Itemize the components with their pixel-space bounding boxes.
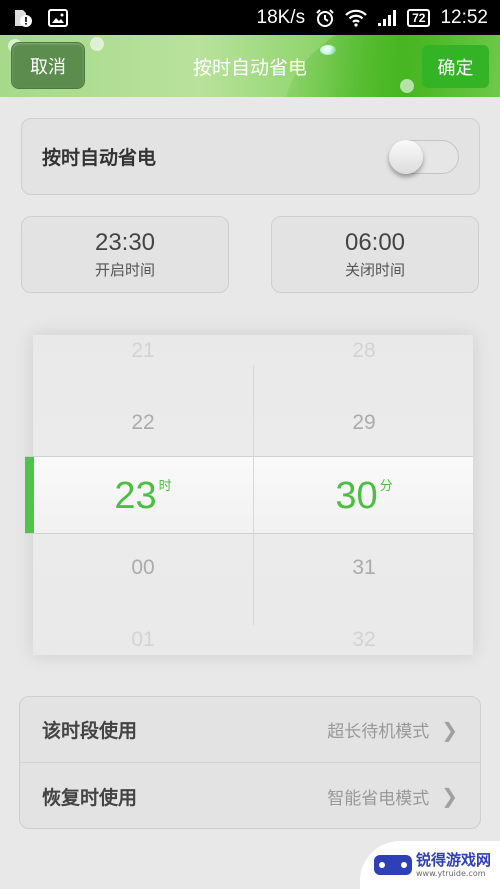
hour-unit-label: 时	[158, 478, 172, 493]
watermark-title: 锐得游戏网	[416, 850, 492, 869]
signal-icon	[377, 9, 397, 27]
hour-option[interactable]: 01	[33, 620, 253, 660]
gamepad-logo-icon	[374, 855, 412, 875]
water-drop-decoration	[320, 45, 336, 55]
start-time-button[interactable]: 23:30 开启时间	[21, 216, 229, 293]
list-item-restore-mode[interactable]: 恢复时使用 智能省电模式 ❯	[20, 763, 480, 829]
header-bar: 取消 按时自动省电 确定	[0, 35, 500, 97]
start-time-value: 23:30	[94, 229, 156, 256]
selected-minute[interactable]: 30 分	[254, 457, 474, 535]
mode-settings-list: 该时段使用 超长待机模式 ❯ 恢复时使用 智能省电模式 ❯	[19, 696, 481, 829]
auto-power-save-label: 按时自动省电	[42, 147, 157, 169]
selected-hour-value: 23	[114, 474, 157, 517]
flower-decoration	[90, 37, 104, 51]
selected-hour[interactable]: 23 时	[33, 457, 253, 535]
list-item-value: 智能省电模式	[327, 788, 430, 809]
minute-option[interactable]: 29	[254, 403, 474, 443]
sd-card-alert-icon	[12, 8, 34, 28]
image-icon	[48, 8, 68, 27]
wifi-icon	[345, 9, 367, 27]
watermark: 锐得游戏网 www.ytruide.com	[360, 841, 500, 889]
end-time-label: 关闭时间	[344, 261, 405, 279]
start-time-label: 开启时间	[94, 261, 155, 279]
hour-option[interactable]: 00	[33, 548, 253, 588]
time-picker: 21 22 00 01 28 29 31 32 23 时 30 分	[25, 335, 473, 655]
list-item-period-mode[interactable]: 该时段使用 超长待机模式 ❯	[20, 697, 480, 763]
confirm-button[interactable]: 确定	[422, 45, 489, 88]
end-time-value: 06:00	[344, 229, 406, 256]
chevron-right-icon: ❯	[441, 717, 458, 742]
auto-power-save-row: 按时自动省电	[21, 118, 480, 195]
clock: 12:52	[440, 6, 488, 28]
list-item-label: 该时段使用	[42, 720, 138, 742]
flower-decoration	[400, 79, 414, 93]
chevron-right-icon: ❯	[441, 784, 458, 808]
picker-selection-band: 23 时 30 分	[25, 456, 474, 535]
minute-option[interactable]: 28	[254, 331, 474, 371]
hour-option[interactable]: 21	[33, 331, 253, 371]
watermark-url: www.ytruide.com	[416, 868, 486, 878]
minute-option[interactable]: 32	[254, 620, 474, 660]
toggle-knob	[389, 139, 423, 174]
selected-minute-value: 30	[335, 474, 378, 517]
cancel-button[interactable]: 取消	[11, 42, 85, 89]
status-bar: 18K/s 72 12:52	[0, 0, 500, 35]
auto-power-save-toggle[interactable]	[389, 139, 459, 174]
battery-icon: 72	[407, 8, 431, 27]
hour-option[interactable]: 22	[33, 403, 253, 443]
minute-option[interactable]: 31	[254, 548, 474, 588]
list-item-label: 恢复时使用	[42, 786, 138, 809]
minute-unit-label: 分	[379, 478, 393, 493]
list-item-value: 超长待机模式	[327, 722, 430, 742]
alarm-icon	[315, 8, 335, 28]
end-time-button[interactable]: 06:00 关闭时间	[271, 216, 479, 293]
network-speed: 18K/s	[256, 6, 306, 28]
